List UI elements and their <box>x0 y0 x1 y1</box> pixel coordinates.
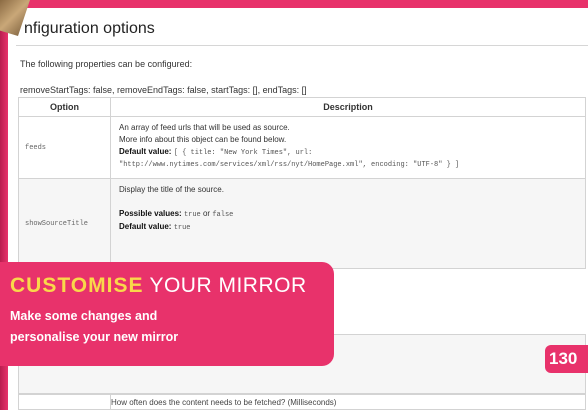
callout-heading-rest: YOUR MIRROR <box>149 274 307 297</box>
title-divider <box>16 45 588 46</box>
callout-subtitle: Make some changes and personalise your n… <box>10 306 322 348</box>
possible-values-label: Possible values: <box>119 209 182 218</box>
default-label: Default value: <box>119 147 172 156</box>
table-row: showSourceTitle Display the title of the… <box>18 178 586 269</box>
callout-subtitle-line: Make some changes and <box>10 309 158 323</box>
possible-values-line: Possible values: true or false <box>119 208 577 221</box>
settings-line: removeStartTags: false, removeEndTags: f… <box>20 85 307 95</box>
default-label: Default value: <box>119 222 172 231</box>
default-code: [ { title: "New York Times", url: <box>173 149 313 157</box>
column-divider <box>110 394 111 410</box>
description-line: Display the title of the source. <box>119 185 224 194</box>
options-table: Option Description feeds An array of fee… <box>18 97 586 269</box>
default-value-line: Default value: true <box>119 221 577 234</box>
default-code: true <box>173 224 191 232</box>
option-name: showSourceTitle <box>18 178 111 269</box>
description-line: An array of feed urls that will be used … <box>119 123 290 132</box>
intro-text: The following properties can be configur… <box>20 59 193 69</box>
section-title: nfiguration options <box>24 20 155 37</box>
description-line: More info about this object can be found… <box>119 135 287 144</box>
callout-heading: CUSTOMISE YOUR MIRROR <box>10 274 322 298</box>
page-number: 130 <box>545 345 588 373</box>
callout-panel: CUSTOMISE YOUR MIRROR Make some changes … <box>0 262 334 366</box>
option-name: feeds <box>18 116 111 179</box>
callout-subtitle-line: personalise your new mirror <box>10 330 179 344</box>
possible-value-true: true <box>183 211 201 219</box>
column-header-option: Option <box>18 97 111 117</box>
possible-value-false: false <box>212 211 234 219</box>
possible-or: or <box>202 209 211 218</box>
default-code-continued: "http://www.nytimes.com/services/xml/rss… <box>119 161 460 169</box>
row-description: How often does the content needs to be f… <box>111 398 337 407</box>
default-value-line: Default value: [ { title: "New York Time… <box>119 146 577 159</box>
callout-heading-highlight: CUSTOMISE <box>10 274 144 297</box>
option-description: An array of feed urls that will be used … <box>110 116 586 179</box>
table-row: feeds An array of feed urls that will be… <box>18 116 586 179</box>
column-header-description: Description <box>110 97 586 117</box>
option-description: Display the title of the source. Possibl… <box>110 178 586 269</box>
table-header-row: Option Description <box>18 97 586 117</box>
table-row: How often does the content needs to be f… <box>18 394 586 410</box>
